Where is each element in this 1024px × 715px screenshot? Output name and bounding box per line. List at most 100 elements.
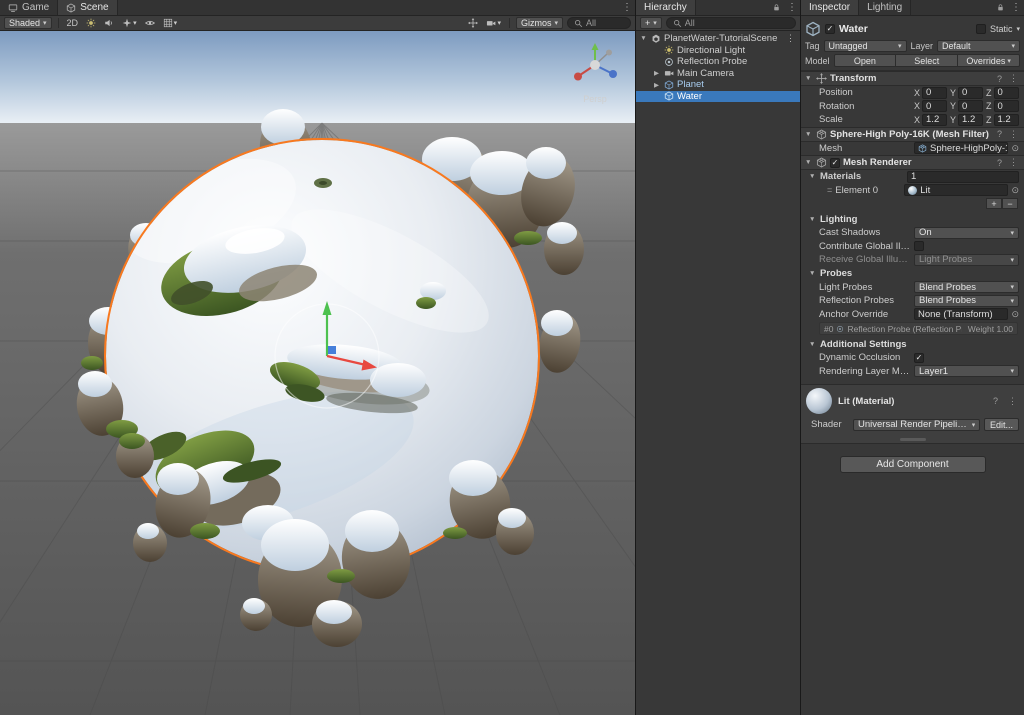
position-z-field[interactable]: 0 <box>994 87 1020 99</box>
tab-inspector[interactable]: Inspector <box>801 0 859 15</box>
scene-pane-menu-icon[interactable]: ⋮ <box>619 0 635 15</box>
select-prefab-button[interactable]: Select <box>896 55 958 66</box>
component-menu-icon[interactable]: ⋮ <box>1007 73 1020 84</box>
scene-visibility-toggle[interactable] <box>143 17 157 29</box>
hierarchy-item-scene[interactable]: ▼ PlanetWater-TutorialScene ⋮ <box>636 33 800 45</box>
component-menu-icon[interactable]: ⋮ <box>1007 157 1020 168</box>
inspector-menu-icon[interactable]: ⋮ <box>1008 0 1024 15</box>
material-preview-sphere[interactable] <box>806 388 832 414</box>
object-picker-icon[interactable]: ⊙ <box>1011 309 1019 320</box>
materials-foldout-row[interactable]: ▼ Materials 1 <box>801 170 1024 184</box>
scene-audio-toggle[interactable] <box>102 17 116 29</box>
projection-label[interactable]: Persp <box>567 94 623 104</box>
edit-shader-button[interactable]: Edit... <box>984 418 1019 431</box>
gizmos-dropdown[interactable]: Gizmos ▾ <box>516 17 563 29</box>
foldout-closed-icon[interactable]: ▶ <box>652 81 661 89</box>
mesh-renderer-header[interactable]: ▼ ✓ Mesh Renderer ? ⋮ <box>801 155 1024 170</box>
tab-scene[interactable]: Scene <box>58 0 117 15</box>
probes-section-foldout[interactable]: ▼ Probes <box>801 267 1024 281</box>
rotation-y-field[interactable]: 0 <box>958 100 983 112</box>
shading-mode-dropdown[interactable]: Shaded ▾ <box>4 17 52 29</box>
scale-x-field[interactable]: 1.2 <box>922 114 947 126</box>
inspector-lock-icon[interactable] <box>992 0 1008 15</box>
tab-hierarchy[interactable]: Hierarchy <box>636 0 696 15</box>
dynamic-occlusion-checkbox[interactable]: ✓ <box>914 353 924 363</box>
tool-handle-settings-button[interactable] <box>466 17 480 29</box>
help-icon[interactable]: ? <box>995 158 1004 168</box>
position-x-field[interactable]: 0 <box>922 87 947 99</box>
foldout-open-icon[interactable]: ▼ <box>639 35 648 42</box>
anchor-override-value: None (Transform) <box>918 309 993 320</box>
foldout-closed-icon[interactable]: ▶ <box>652 69 661 77</box>
shader-dropdown[interactable]: Universal Render Pipeline/Lit ▾ <box>853 419 980 431</box>
hierarchy-item-main-camera[interactable]: ▶ Main Camera <box>636 68 800 80</box>
open-prefab-button[interactable]: Open <box>835 55 897 66</box>
scene-camera-settings-dropdown[interactable]: ▾ <box>484 17 503 29</box>
gameobject-name[interactable]: Water <box>839 23 868 35</box>
chevron-down-icon[interactable]: ▾ <box>1016 25 1020 33</box>
remove-material-button[interactable]: − <box>1002 198 1018 209</box>
mesh-icon <box>918 144 927 153</box>
reflection-probes-dropdown[interactable]: Blend Probes ▾ <box>914 295 1019 307</box>
hierarchy-item-reflection-probe[interactable]: Reflection Probe <box>636 56 800 68</box>
light-probes-dropdown[interactable]: Blend Probes ▾ <box>914 281 1019 293</box>
overrides-button[interactable]: Overrides▾ <box>958 55 1019 66</box>
help-icon[interactable]: ? <box>991 396 1000 406</box>
lighting-section-foldout[interactable]: ▼ Lighting <box>801 212 1024 226</box>
materials-list-buttons: + − <box>801 197 1024 212</box>
hierarchy-lock-icon[interactable] <box>768 0 784 15</box>
effects-dropdown[interactable]: ▾ <box>120 17 139 29</box>
2d-toggle-button[interactable]: 2D <box>65 17 81 29</box>
transform-header[interactable]: ▼ Transform ? ⋮ <box>801 71 1024 86</box>
active-checkbox[interactable]: ✓ <box>825 24 835 34</box>
position-y-field[interactable]: 0 <box>958 87 983 99</box>
additional-settings-foldout[interactable]: ▼ Additional Settings <box>801 337 1024 351</box>
scene-search-input[interactable]: All <box>567 17 631 29</box>
preview-resize-handle[interactable] <box>801 436 1024 443</box>
contribute-gi-checkbox[interactable] <box>914 241 924 251</box>
anchor-override-field[interactable]: None (Transform) <box>914 308 1008 320</box>
rotation-x-field[interactable]: 0 <box>922 100 947 112</box>
object-picker-icon[interactable]: ⊙ <box>1011 143 1019 154</box>
rotation-z-field[interactable]: 0 <box>994 100 1020 112</box>
hierarchy-item-directional-light[interactable]: Directional Light <box>636 45 800 57</box>
hierarchy-item-water[interactable]: Water <box>636 91 800 103</box>
foldout-open-icon[interactable]: ▼ <box>805 159 813 166</box>
scene-options-icon[interactable]: ⋮ <box>783 33 798 44</box>
mesh-filter-header[interactable]: ▼ Sphere-High Poly-16K (Mesh Filter) ? ⋮ <box>801 127 1024 142</box>
drag-handle-icon[interactable]: = <box>827 185 832 195</box>
scale-y-field[interactable]: 1.2 <box>958 114 983 126</box>
scene-lighting-toggle[interactable] <box>84 17 98 29</box>
foldout-open-icon[interactable]: ▼ <box>809 173 817 180</box>
foldout-open-icon[interactable]: ▼ <box>805 131 813 138</box>
tab-game[interactable]: Game <box>0 0 58 15</box>
material-menu-icon[interactable]: ⋮ <box>1006 396 1019 407</box>
static-label[interactable]: Static <box>990 24 1013 34</box>
scene-viewport[interactable]: Persp <box>0 31 635 715</box>
hierarchy-item-planet[interactable]: ▶ Planet <box>636 79 800 91</box>
tab-lighting[interactable]: Lighting <box>859 0 911 15</box>
materials-count-field[interactable]: 1 <box>907 171 1019 183</box>
material-object-field[interactable]: Lit <box>904 184 1008 196</box>
hierarchy-menu-icon[interactable]: ⋮ <box>784 0 800 15</box>
help-icon[interactable]: ? <box>995 129 1004 139</box>
orientation-gizmo[interactable]: Persp <box>567 39 623 104</box>
layer-dropdown[interactable]: Default ▾ <box>937 40 1020 52</box>
mesh-object-field[interactable]: Sphere-HighPoly-16K <box>914 142 1008 154</box>
create-object-button[interactable]: + ▾ <box>640 17 662 29</box>
transform-icon <box>816 73 827 84</box>
cast-shadows-dropdown[interactable]: On ▾ <box>914 227 1019 239</box>
add-component-button[interactable]: Add Component <box>840 456 986 473</box>
scale-z-field[interactable]: 1.2 <box>994 114 1020 126</box>
static-checkbox[interactable] <box>976 24 986 34</box>
object-picker-icon[interactable]: ⊙ <box>1011 185 1019 196</box>
add-material-button[interactable]: + <box>986 198 1002 209</box>
tag-dropdown[interactable]: Untagged ▾ <box>824 40 907 52</box>
foldout-open-icon[interactable]: ▼ <box>805 75 813 82</box>
help-icon[interactable]: ? <box>995 74 1004 84</box>
component-menu-icon[interactable]: ⋮ <box>1007 129 1020 140</box>
grid-visibility-dropdown[interactable]: ▾ <box>161 17 180 29</box>
hierarchy-search-input[interactable]: All <box>666 17 796 29</box>
rendering-layer-dropdown[interactable]: Layer1 ▾ <box>914 365 1019 377</box>
component-enabled-checkbox[interactable]: ✓ <box>830 158 840 168</box>
